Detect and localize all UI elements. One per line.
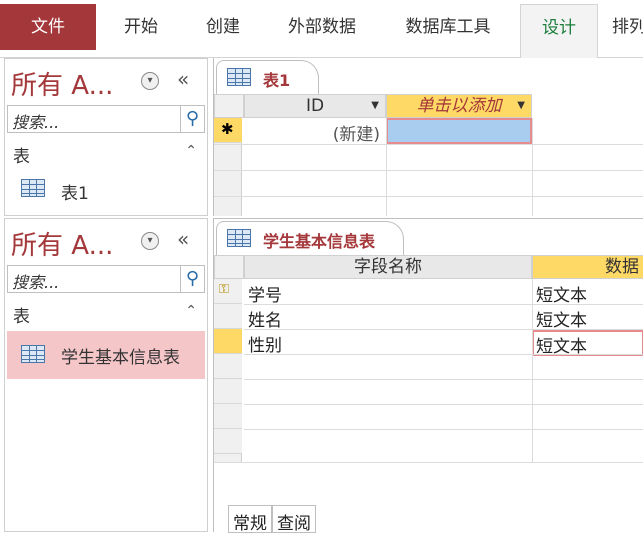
select-all-corner[interactable] bbox=[214, 94, 244, 118]
grid-line bbox=[244, 429, 643, 430]
table-icon bbox=[21, 345, 45, 363]
data-type-cell[interactable]: 短文本 bbox=[536, 281, 643, 305]
new-record-selector[interactable]: ✱ bbox=[214, 118, 242, 143]
nav-pane-title[interactable]: 所有 A... bbox=[11, 65, 113, 102]
row-selector-column: ✱ bbox=[214, 118, 242, 216]
grid-line bbox=[214, 170, 643, 171]
nav-item-label: 表1 bbox=[61, 184, 89, 204]
chevron-down-icon[interactable]: ▾ bbox=[141, 72, 159, 90]
tab-create[interactable]: 创建 bbox=[190, 4, 256, 50]
table-icon bbox=[21, 179, 45, 197]
field-name-cell[interactable]: 姓名 bbox=[248, 306, 528, 330]
collapse-pane-icon[interactable]: « bbox=[177, 227, 189, 251]
column-header-field-name[interactable]: 字段名称 bbox=[244, 255, 532, 279]
row-selector[interactable] bbox=[214, 379, 242, 404]
document-tab-table1[interactable]: 表1 bbox=[216, 60, 320, 94]
select-all-corner[interactable] bbox=[214, 255, 244, 279]
tab-lookup[interactable]: 查阅 bbox=[272, 505, 316, 534]
tab-general[interactable]: 常规 bbox=[228, 505, 272, 534]
new-record-add-cell[interactable] bbox=[386, 118, 532, 144]
tab-external-data[interactable]: 外部数据 bbox=[272, 4, 372, 50]
grid-line bbox=[244, 329, 643, 330]
ribbon: 文件 开始 创建 外部数据 数据库工具 设计 排列 bbox=[0, 0, 643, 58]
table-icon bbox=[227, 68, 251, 86]
row-selector[interactable] bbox=[214, 304, 242, 329]
nav-item-table1[interactable]: 表1 bbox=[7, 167, 205, 211]
chevron-up-icon[interactable]: ⌃ bbox=[185, 143, 197, 159]
nav-group-tables[interactable]: 表 ⌃ bbox=[7, 299, 205, 327]
grid-line bbox=[214, 144, 643, 145]
chevron-down-icon[interactable]: ▼ bbox=[517, 95, 525, 117]
grid-line bbox=[532, 118, 533, 216]
search-icon[interactable]: ⚲ bbox=[181, 265, 205, 293]
data-type-cell-selected[interactable]: 短文本 bbox=[532, 330, 643, 356]
column-header-data-type[interactable]: 数据 bbox=[532, 255, 643, 279]
nav-group-label: 表 bbox=[13, 307, 30, 327]
key-icon: ⚿ bbox=[219, 282, 229, 297]
design-view-window: 学生基本信息表 字段名称 数据 ⚿ 学号 短文本 姓名 短文本 性别 短文本 常… bbox=[213, 218, 643, 534]
grid-line bbox=[214, 196, 643, 197]
field-name-cell[interactable]: 性别 bbox=[248, 331, 528, 355]
column-header-click-to-add[interactable]: 单击以添加 ▼ bbox=[386, 94, 532, 118]
nav-search-input[interactable]: 搜索... bbox=[7, 105, 181, 133]
grid-line bbox=[214, 462, 643, 463]
row-selector[interactable] bbox=[214, 404, 242, 429]
grid-line bbox=[244, 379, 643, 380]
grid-line bbox=[532, 279, 533, 463]
row-selector-column: ⚿ bbox=[214, 279, 242, 463]
row-selector[interactable] bbox=[214, 429, 242, 454]
column-header-label: 单击以添加 bbox=[416, 96, 502, 116]
tab-home[interactable]: 开始 bbox=[108, 4, 174, 50]
search-icon[interactable]: ⚲ bbox=[181, 105, 205, 133]
document-tab-student-info-table[interactable]: 学生基本信息表 bbox=[216, 221, 405, 255]
new-record-id-cell[interactable]: (新建) bbox=[244, 118, 386, 144]
row-selector[interactable] bbox=[214, 329, 242, 354]
datasheet-window: 表1 ID ▼ 单击以添加 ▼ ✱ (新建) bbox=[213, 58, 643, 216]
row-selector[interactable] bbox=[214, 354, 242, 379]
field-name-cell[interactable]: 学号 bbox=[248, 281, 528, 305]
column-header-label: ID bbox=[305, 96, 325, 116]
collapse-pane-icon[interactable]: « bbox=[177, 67, 189, 91]
nav-search-input[interactable]: 搜索... bbox=[7, 265, 181, 293]
table-icon bbox=[227, 229, 251, 247]
row-selector[interactable]: ⚿ bbox=[214, 279, 242, 304]
navigation-pane-1: 所有 A... ▾ « 搜索... ⚲ 表 ⌃ 表1 bbox=[4, 58, 208, 216]
nav-item-student-info-table[interactable]: 学生基本信息表 bbox=[7, 331, 205, 379]
grid-line bbox=[244, 304, 643, 305]
nav-pane-title[interactable]: 所有 A... bbox=[11, 225, 113, 262]
chevron-down-icon[interactable]: ▾ bbox=[141, 232, 159, 250]
nav-item-label: 学生基本信息表 bbox=[61, 348, 180, 368]
document-tab-title: 表1 bbox=[263, 71, 291, 90]
tab-database-tools[interactable]: 数据库工具 bbox=[388, 4, 508, 50]
grid-line bbox=[386, 118, 387, 216]
chevron-down-icon[interactable]: ▼ bbox=[371, 95, 379, 117]
document-tab-title: 学生基本信息表 bbox=[263, 232, 376, 251]
grid-line bbox=[244, 354, 643, 355]
chevron-up-icon[interactable]: ⌃ bbox=[185, 303, 197, 319]
tab-design[interactable]: 设计 bbox=[520, 4, 598, 58]
new-record-icon: ✱ bbox=[221, 120, 234, 138]
data-type-cell[interactable]: 短文本 bbox=[536, 306, 643, 330]
grid-line bbox=[244, 404, 643, 405]
tab-arrange[interactable]: 排列 bbox=[612, 4, 643, 50]
nav-group-label: 表 bbox=[13, 147, 30, 167]
nav-group-tables[interactable]: 表 ⌃ bbox=[7, 139, 205, 167]
column-header-id[interactable]: ID ▼ bbox=[244, 94, 386, 118]
navigation-pane-2: 所有 A... ▾ « 搜索... ⚲ 表 ⌃ 学生基本信息表 bbox=[4, 218, 208, 532]
tab-file[interactable]: 文件 bbox=[0, 4, 96, 50]
